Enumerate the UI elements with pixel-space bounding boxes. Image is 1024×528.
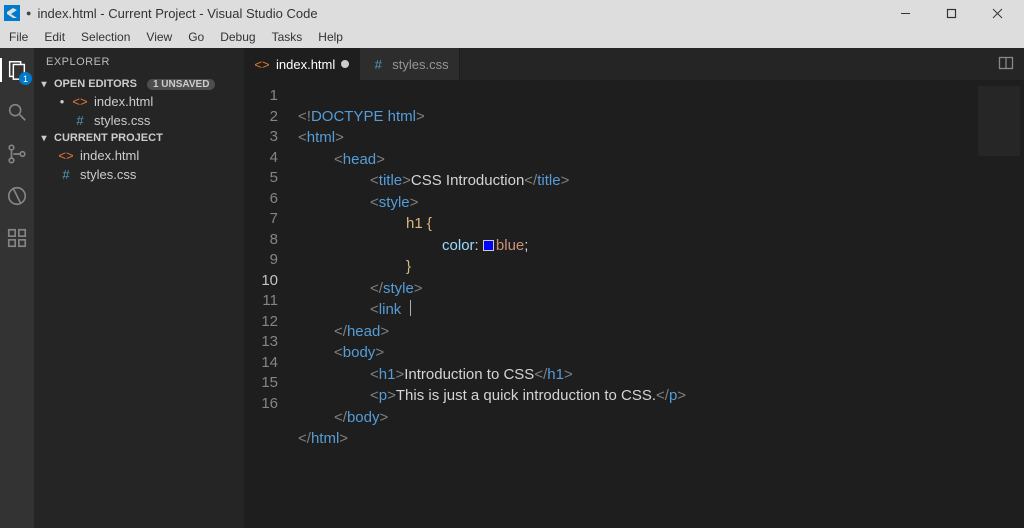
activity-search-button[interactable] xyxy=(5,100,29,124)
activity-bar: 1 xyxy=(0,48,34,528)
menu-edit[interactable]: Edit xyxy=(37,28,72,46)
line-gutter: 12345678910111213141516 xyxy=(244,80,292,528)
project-file-item[interactable]: <> index.html xyxy=(34,146,244,165)
window-minimize-button[interactable] xyxy=(890,3,920,23)
sidebar-title: EXPLORER xyxy=(34,48,244,76)
window-title: index.html - Current Project - Visual St… xyxy=(37,6,317,21)
activity-debug-button[interactable] xyxy=(5,184,29,208)
activity-git-button[interactable] xyxy=(5,142,29,166)
html-file-icon: <> xyxy=(254,57,270,72)
menu-tasks[interactable]: Tasks xyxy=(265,28,310,46)
project-file-item[interactable]: # styles.css xyxy=(34,165,244,184)
explorer-sidebar: EXPLORER ▾ OPEN EDITORS 1 UNSAVED ● <> i… xyxy=(34,48,244,528)
project-header[interactable]: ▾ CURRENT PROJECT xyxy=(34,130,244,146)
editor-area: <> index.html # styles.css 1234567891011… xyxy=(244,48,1024,528)
tab-label: styles.css xyxy=(392,57,448,72)
project-label: CURRENT PROJECT xyxy=(54,132,163,144)
file-name: index.html xyxy=(80,148,139,163)
editor-body[interactable]: 12345678910111213141516 <!DOCTYPE html> … xyxy=(244,80,1024,528)
unsaved-badge: 1 UNSAVED xyxy=(147,79,216,90)
code-content[interactable]: <!DOCTYPE html> <html> <head> <title>CSS… xyxy=(292,80,974,528)
tab-index-html[interactable]: <> index.html xyxy=(244,48,360,80)
text-cursor xyxy=(410,300,411,316)
editor-tabs: <> index.html # styles.css xyxy=(244,48,1024,80)
css-file-icon: # xyxy=(72,113,88,128)
activity-explorer-button[interactable]: 1 xyxy=(5,58,29,82)
dirty-dot-icon: ● xyxy=(26,8,31,18)
menu-help[interactable]: Help xyxy=(311,28,350,46)
dirty-dot-icon xyxy=(341,60,349,68)
html-file-icon: <> xyxy=(58,148,74,163)
css-file-icon: # xyxy=(370,57,386,72)
menu-bar: File Edit Selection View Go Debug Tasks … xyxy=(0,26,1024,48)
window-close-button[interactable] xyxy=(982,3,1012,23)
menu-view[interactable]: View xyxy=(139,28,179,46)
minimap[interactable] xyxy=(974,80,1024,528)
color-swatch-icon xyxy=(483,240,494,251)
tab-styles-css[interactable]: # styles.css xyxy=(360,48,459,80)
window-maximize-button[interactable] xyxy=(936,3,966,23)
activity-extensions-button[interactable] xyxy=(5,226,29,250)
open-editor-item[interactable]: ● <> index.html xyxy=(34,92,244,111)
open-editor-item[interactable]: # styles.css xyxy=(34,111,244,130)
file-name: index.html xyxy=(94,94,153,109)
split-editor-icon[interactable] xyxy=(998,55,1014,74)
file-name: styles.css xyxy=(94,113,150,128)
css-file-icon: # xyxy=(58,167,74,182)
chevron-down-icon: ▾ xyxy=(38,133,50,144)
menu-go[interactable]: Go xyxy=(181,28,211,46)
menu-debug[interactable]: Debug xyxy=(213,28,262,46)
vscode-logo-icon xyxy=(4,5,20,21)
file-name: styles.css xyxy=(80,167,136,182)
window-titlebar: ● index.html - Current Project - Visual … xyxy=(0,0,1024,26)
menu-file[interactable]: File xyxy=(2,28,35,46)
open-editors-header[interactable]: ▾ OPEN EDITORS 1 UNSAVED xyxy=(34,76,244,92)
tab-label: index.html xyxy=(276,57,335,72)
activity-explorer-badge: 1 xyxy=(19,72,32,85)
chevron-down-icon: ▾ xyxy=(38,79,50,90)
dirty-dot-icon: ● xyxy=(58,97,66,106)
open-editors-label: OPEN EDITORS xyxy=(54,78,137,90)
minimap-thumb xyxy=(978,86,1020,156)
html-file-icon: <> xyxy=(72,94,88,109)
menu-selection[interactable]: Selection xyxy=(74,28,137,46)
